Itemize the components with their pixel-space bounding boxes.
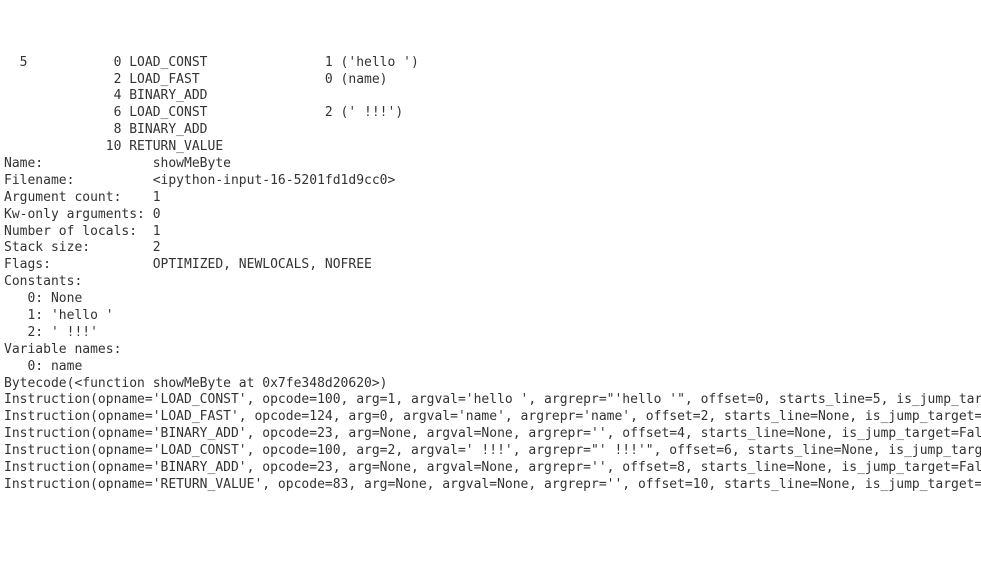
terminal-output: 5 0 LOAD_CONST 1 ('hello ') 2 LOAD_FAST …	[4, 55, 977, 494]
